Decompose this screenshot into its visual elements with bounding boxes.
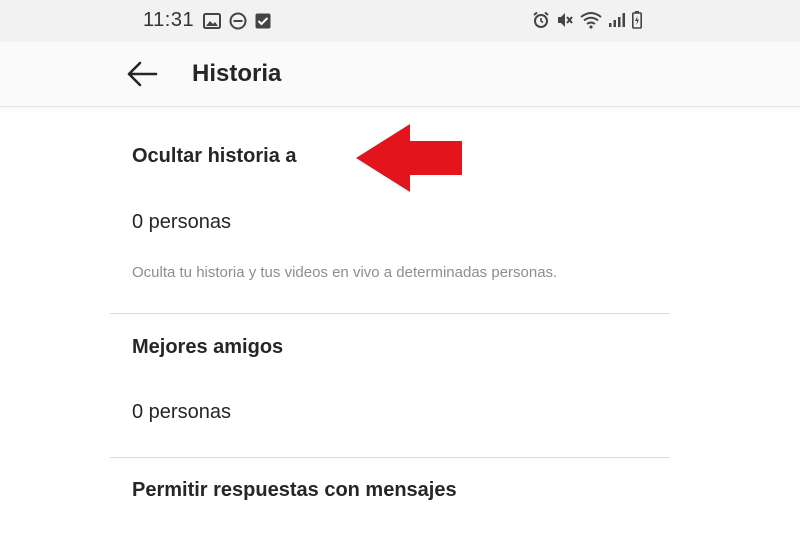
wifi-icon bbox=[580, 11, 602, 29]
battery-icon bbox=[632, 11, 642, 29]
close-friends-people-count[interactable]: 0 personas bbox=[132, 401, 231, 424]
status-time: 11:31 bbox=[143, 9, 195, 31]
story-settings-screen: 11:31 Historia Ocultar historia a 0 pers… bbox=[0, 0, 800, 533]
arrow-left-icon bbox=[120, 61, 164, 96]
signal-icon bbox=[608, 12, 626, 28]
image-icon bbox=[203, 13, 221, 29]
divider bbox=[110, 313, 670, 314]
status-right-icons bbox=[532, 11, 642, 29]
do-not-disturb-icon bbox=[229, 12, 247, 30]
section-title-hide-story: Ocultar historia a bbox=[132, 145, 297, 167]
mute-icon bbox=[556, 11, 574, 29]
alarm-icon bbox=[532, 11, 550, 29]
header: Historia bbox=[0, 42, 800, 107]
hide-story-description: Oculta tu historia y tus videos en vivo … bbox=[132, 264, 558, 281]
status-left-icons bbox=[203, 12, 271, 30]
section-title-close-friends: Mejores amigos bbox=[132, 336, 284, 358]
divider bbox=[110, 457, 670, 458]
hide-story-people-count[interactable]: 0 personas bbox=[132, 211, 231, 234]
back-button[interactable] bbox=[120, 56, 164, 92]
status-bar: 11:31 bbox=[0, 0, 800, 42]
section-title-message-replies: Permitir respuestas con mensajes bbox=[132, 479, 457, 501]
checkbox-icon bbox=[255, 13, 271, 29]
page-title: Historia bbox=[192, 60, 282, 87]
red-arrow-icon bbox=[352, 122, 464, 199]
